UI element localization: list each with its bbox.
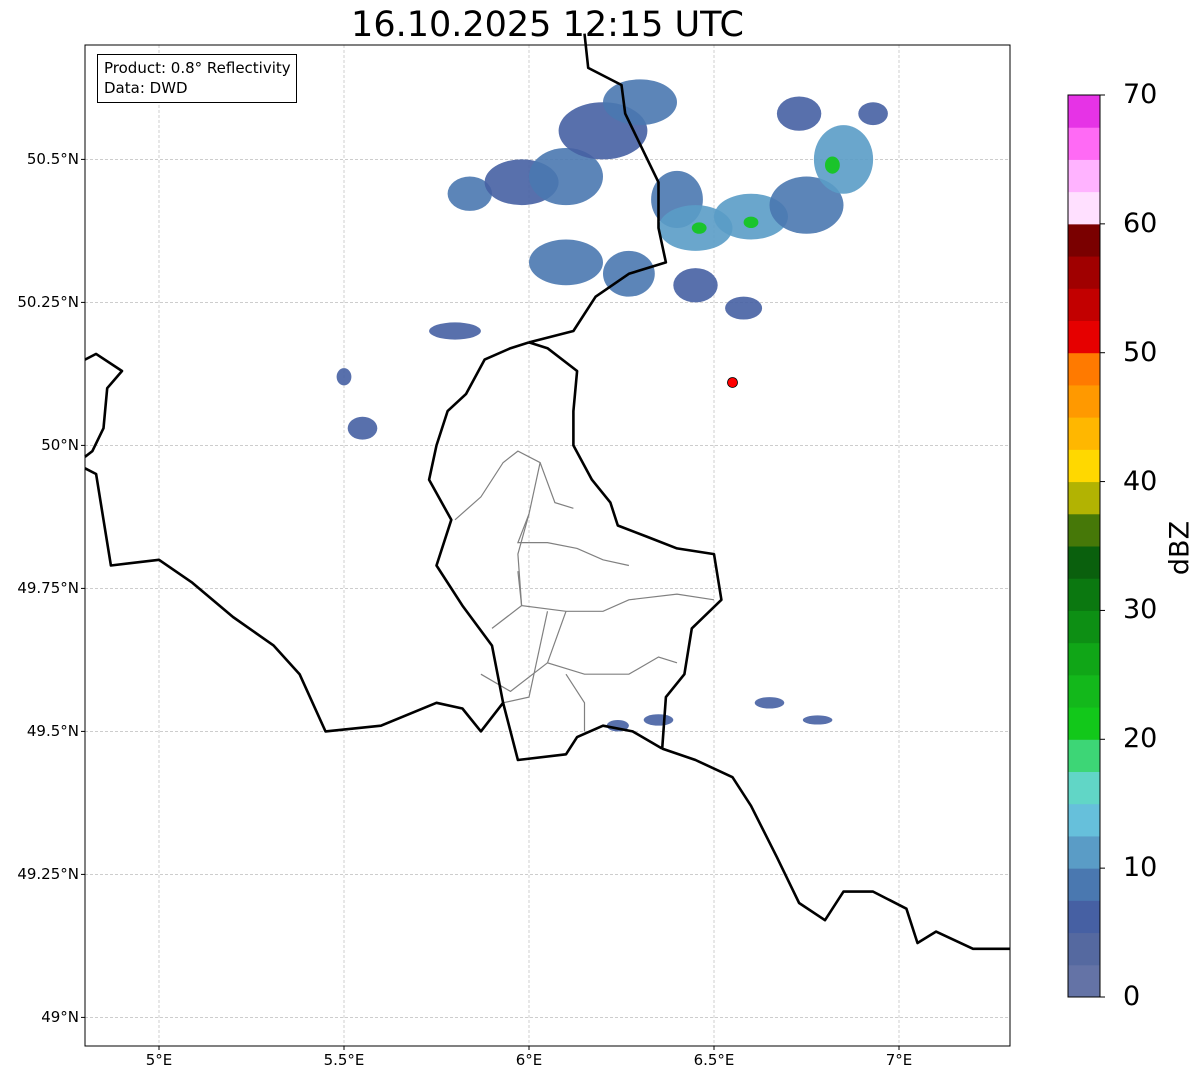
colorbar-segment xyxy=(1068,835,1100,869)
canton-border xyxy=(502,611,549,704)
canton-border xyxy=(491,513,530,629)
product-info-box: Product: 0.8° Reflectivity Data: DWD xyxy=(97,54,297,103)
colorbar-tick-label: 60 xyxy=(1123,207,1158,239)
radar-echo xyxy=(529,239,603,286)
colorbar-segment xyxy=(1068,771,1100,805)
radar-echo xyxy=(825,156,840,174)
lon-tick-label: 5.5°E xyxy=(323,1051,365,1069)
colorbar-segment xyxy=(1068,707,1100,740)
radar-echo-layer xyxy=(336,79,888,732)
colorbar-segment xyxy=(1068,610,1100,644)
radar-echo xyxy=(336,368,352,386)
station-marker xyxy=(727,377,738,388)
colorbar-segment xyxy=(1068,803,1100,837)
colorbar-segment xyxy=(1068,127,1100,160)
data-source-label: Data: DWD xyxy=(104,79,188,97)
station-marker-layer xyxy=(727,377,738,388)
colorbar-segment xyxy=(1068,481,1100,515)
colorbar-segment xyxy=(1068,449,1100,483)
colorbar-tick-label: 50 xyxy=(1123,336,1158,368)
canton-border xyxy=(454,450,574,521)
radar-echo xyxy=(347,416,378,440)
colorbar-segment xyxy=(1068,191,1100,225)
radar-echo xyxy=(603,79,677,126)
radar-echo xyxy=(643,714,674,726)
canton-border xyxy=(546,611,678,675)
canton-borders xyxy=(454,450,715,732)
colorbar-segment xyxy=(1068,417,1100,450)
radar-echo xyxy=(754,697,785,709)
colorbar-segment xyxy=(1068,95,1100,128)
radar-echo xyxy=(429,322,481,340)
country-border-luxembourg-germany xyxy=(528,341,723,749)
colorbar-segment xyxy=(1068,674,1100,708)
country-border-belgium-luxembourg-france xyxy=(84,341,530,733)
lat-tick-label: 50°N xyxy=(41,436,79,455)
radar-echo xyxy=(858,102,888,126)
radar-echo xyxy=(802,715,833,725)
radar-echo xyxy=(691,222,707,234)
lat-tick-label: 50.5°N xyxy=(26,150,79,169)
colorbar-segment xyxy=(1068,352,1100,386)
colorbar-label: dBZ xyxy=(1164,520,1196,576)
lat-tick-label: 49°N xyxy=(41,1008,79,1027)
colorbar-tick-label: 30 xyxy=(1123,594,1158,626)
colorbar-segment xyxy=(1068,739,1100,772)
colorbar-tick-label: 0 xyxy=(1123,981,1141,1012)
lat-tick-label: 49.5°N xyxy=(26,722,79,741)
product-label: Product: 0.8° Reflectivity xyxy=(104,59,291,77)
lat-tick-label: 49.25°N xyxy=(17,865,79,884)
colorbar-segment xyxy=(1068,513,1100,547)
radar-echo xyxy=(743,216,759,229)
colorbar-tick-label: 10 xyxy=(1123,852,1158,884)
colorbar-segment xyxy=(1068,256,1100,289)
colorbar-segment xyxy=(1068,932,1100,966)
canton-border xyxy=(517,571,715,612)
radar-echo xyxy=(813,125,874,194)
radar-echo xyxy=(776,96,822,131)
lon-tick-label: 7°E xyxy=(885,1051,913,1069)
colorbar-tick-label: 70 xyxy=(1123,79,1158,110)
colorbar-segment xyxy=(1068,578,1100,611)
lon-tick-label: 6°E xyxy=(515,1051,543,1069)
canton-border xyxy=(565,673,586,732)
colorbar-segment xyxy=(1068,223,1100,257)
colorbar-tick-label: 20 xyxy=(1123,723,1158,755)
radar-map xyxy=(81,33,1105,1050)
canton-border xyxy=(480,662,548,693)
colorbar xyxy=(1067,94,1105,998)
canton-border xyxy=(517,462,630,567)
colorbar-segment xyxy=(1068,320,1100,354)
colorbar-tick-label: 40 xyxy=(1123,465,1158,497)
lat-tick-label: 49.75°N xyxy=(17,579,79,598)
colorbar-segment xyxy=(1068,384,1100,418)
colorbar-segment xyxy=(1068,642,1100,676)
colorbar-segment xyxy=(1068,964,1100,998)
colorbar-segment xyxy=(1068,900,1100,934)
country-border-germany-france xyxy=(661,747,1010,951)
lat-tick-label: 50.25°N xyxy=(17,293,79,312)
colorbar-segment xyxy=(1068,288,1100,321)
radar-echo xyxy=(673,268,718,303)
radar-echo xyxy=(725,296,763,320)
country-border-belgium-france-west xyxy=(84,352,124,458)
colorbar-segment xyxy=(1068,546,1100,579)
lon-tick-label: 5°E xyxy=(145,1051,173,1069)
colorbar-segment xyxy=(1068,159,1100,193)
lon-tick-label: 6.5°E xyxy=(693,1051,735,1069)
colorbar-segment xyxy=(1068,868,1100,901)
